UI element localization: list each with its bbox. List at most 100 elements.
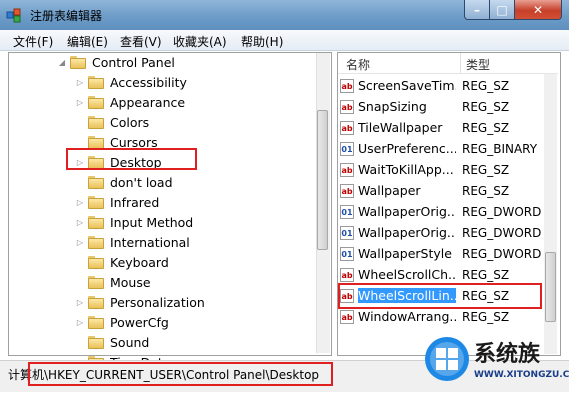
tree-item[interactable]: Mouse [76,272,151,292]
watermark-url: WWW.XITONGZU.COM [474,370,569,380]
tree-label: Infrared [110,194,160,210]
menu-favorites[interactable]: 收藏夹(A) [173,33,227,50]
table-row[interactable]: ab WindowArrang... REG_SZ [340,306,552,327]
collapse-arrow-icon[interactable]: ◢ [58,58,66,67]
menu-help[interactable]: 帮助(H) [241,33,283,50]
value-type: REG_SZ [462,267,510,282]
value-name: WallpaperOrig... [358,225,456,240]
folder-icon [88,275,104,289]
binary-value-icon: 01 [340,225,354,240]
expand-arrow-icon [76,138,84,146]
tree-item[interactable]: ▷ Input Method [76,212,193,232]
tree-item[interactable]: ▷ Infrared [76,192,159,212]
table-row[interactable]: ab TileWallpaper REG_SZ [340,117,552,138]
value-type: REG_SZ [462,162,510,177]
tree-item[interactable]: Keyboard [76,252,169,272]
highlight-desktop-key [66,148,197,170]
table-row[interactable]: 01 WallpaperOrig... REG_DWORD [340,201,552,222]
value-name: WheelScrollCh... [358,267,456,282]
expand-arrow-icon[interactable]: ▷ [76,318,84,327]
string-value-icon: ab [340,309,354,324]
tree-scrollbar-thumb[interactable] [317,110,328,250]
value-type: REG_SZ [462,183,510,198]
expand-arrow-icon[interactable]: ▷ [76,238,84,247]
value-type: REG_SZ [462,120,510,135]
tree-label: PowerCfg [110,314,169,330]
value-type: REG_SZ [462,309,510,324]
tree-item[interactable]: ▷ Appearance [76,92,185,112]
table-row[interactable]: ab ScreenSaveTim... REG_SZ [340,75,552,96]
tree-label: International [110,234,190,250]
folder-icon [88,135,104,149]
expand-arrow-icon [76,258,84,266]
value-name: Wallpaper [358,183,421,198]
tree-item[interactable]: ▷ Personalization [76,292,205,312]
expand-arrow-icon[interactable]: ▷ [76,218,84,227]
menu-file[interactable]: 文件(F) [13,33,53,50]
value-type: REG_BINARY [462,141,538,156]
tree-label: Sound [110,334,150,350]
highlight-wheelscrolllines [338,283,542,309]
binary-value-icon: 01 [340,246,354,261]
expand-arrow-icon[interactable]: ▷ [76,78,84,87]
table-row[interactable]: 01 WallpaperOrig... REG_DWORD [340,222,552,243]
minimize-button[interactable]: – [464,0,490,20]
regedit-icon [6,7,22,23]
tree-label: Mouse [110,274,151,290]
expand-arrow-icon[interactable]: ▷ [76,198,84,207]
tree-label: Colors [110,114,150,130]
expand-arrow-icon[interactable]: ▷ [76,298,84,307]
table-row[interactable]: ab Wallpaper REG_SZ [340,180,552,201]
expand-arrow-icon [76,338,84,346]
string-value-icon: ab [340,183,354,198]
table-row[interactable]: ab WaitToKillApp... REG_SZ [340,159,552,180]
tree-item[interactable]: Colors [76,112,149,132]
value-type: REG_SZ [462,99,510,114]
expand-arrow-icon [76,278,84,286]
value-name: WaitToKillApp... [358,162,454,177]
folder-icon [88,95,104,109]
menu-view[interactable]: 查看(V) [120,33,162,50]
list-scrollbar-thumb[interactable] [545,252,556,322]
table-row[interactable]: ab SnapSizing REG_SZ [340,96,552,117]
tree-item[interactable]: don't load [76,172,173,192]
tree-item[interactable]: ▷ Accessibility [76,72,187,92]
folder-icon [88,215,104,229]
close-button[interactable]: ✕ [514,0,562,20]
folder-icon [88,175,104,189]
window-title: 注册表编辑器 [30,9,103,23]
tree-item[interactable]: ▷ International [76,232,190,252]
table-row[interactable]: ab WheelScrollCh... REG_SZ [340,264,552,285]
folder-icon [88,115,104,129]
value-name: UserPreferenc... [358,141,456,156]
maximize-button[interactable]: □ [489,0,515,20]
string-value-icon: ab [340,267,354,282]
column-header-type[interactable]: 类型 [466,56,490,73]
folder-icon [88,195,104,209]
tree-item[interactable]: Sound [76,332,149,352]
tree-root-control-panel[interactable]: ◢ Control Panel [58,52,175,72]
value-type: REG_DWORD [462,246,542,261]
expand-arrow-icon [76,118,84,126]
folder-icon [88,255,104,269]
string-value-icon: ab [340,162,354,177]
table-row[interactable]: 01 WallpaperStyle REG_DWORD [340,243,552,264]
tree-label: Personalization [110,294,205,310]
column-divider[interactable] [460,53,461,73]
tree-label: Input Method [110,214,194,230]
string-value-icon: ab [340,99,354,114]
string-value-icon: ab [340,120,354,135]
tree-label: don't load [110,174,173,190]
expand-arrow-icon[interactable]: ▷ [76,98,84,107]
value-name: WallpaperStyle [358,246,452,261]
value-type: REG_DWORD [462,225,542,240]
value-name: TileWallpaper [358,120,443,135]
column-header-name[interactable]: 名称 [346,56,370,73]
table-row[interactable]: 01 UserPreferenc... REG_BINARY [340,138,552,159]
value-name: WindowArrang... [358,309,456,324]
value-name: SnapSizing [358,99,427,114]
tree-label: Appearance [110,94,186,110]
tree-label: Control Panel [92,54,175,70]
tree-item[interactable]: ▷ PowerCfg [76,312,169,332]
menu-edit[interactable]: 编辑(E) [67,33,108,50]
